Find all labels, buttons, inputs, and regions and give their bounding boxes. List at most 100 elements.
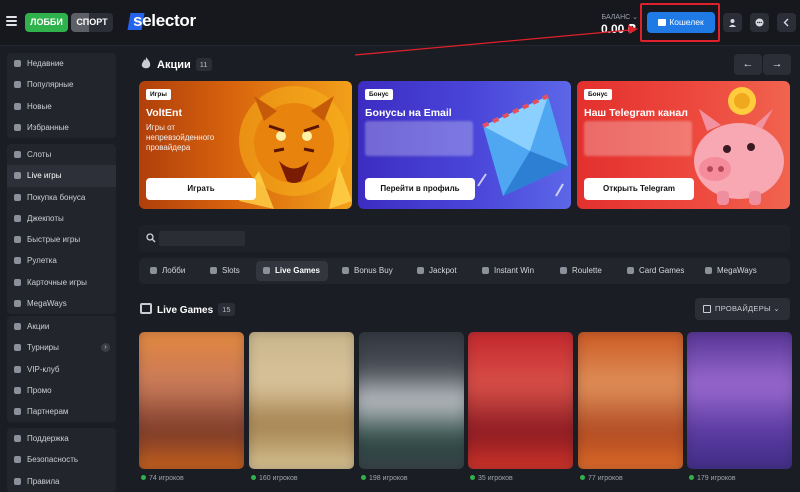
category-card-games[interactable]: Card Games <box>625 261 684 281</box>
open-telegram-button[interactable]: Открыть Telegram <box>584 178 694 200</box>
sidebar-item[interactable]: MegaWays <box>7 293 116 314</box>
category-bonus-buy[interactable]: Bonus Buy <box>340 261 393 281</box>
players-count: 35 игроков <box>470 475 513 482</box>
sidebar: Недавние Популярные Новые Избранные Слоты Li… <box>0 47 117 492</box>
promotions-title-row: Акции 11 <box>157 58 212 71</box>
sidebar-item[interactable]: Рулетка <box>7 250 116 271</box>
sport-tab[interactable]: СПОРТ <box>71 13 113 32</box>
chat-button[interactable] <box>750 13 769 32</box>
profile-button[interactable] <box>723 13 742 32</box>
sidebar-item[interactable]: Популярные <box>7 74 116 95</box>
cards-icon <box>14 278 21 286</box>
promo-title: Наш Telegram канал <box>584 107 688 119</box>
players-count: 179 игроков <box>689 475 736 482</box>
game-tile[interactable] <box>468 332 573 469</box>
players-count: 74 игроков <box>141 475 184 482</box>
category-bar: Лобби Slots Live Games Bonus Buy Jackpot… <box>139 258 790 284</box>
promo-next-button[interactable]: → <box>763 54 791 75</box>
category-slots[interactable]: Slots <box>208 261 240 281</box>
chevron-right-icon[interactable]: › <box>101 343 110 353</box>
online-dot <box>470 475 475 480</box>
sidebar-item-label: Популярные <box>27 80 74 90</box>
sidebar-item[interactable]: Турниры › <box>7 337 116 358</box>
promo-icon <box>14 386 21 394</box>
online-dot <box>141 475 146 480</box>
play-button[interactable]: Играть <box>146 178 256 200</box>
online-dot <box>689 475 694 480</box>
chevron-left-icon <box>783 18 789 27</box>
go-to-profile-button[interactable]: Перейти в профиль <box>365 178 475 200</box>
sidebar-item-label: Карточные игры <box>27 277 87 287</box>
live-icon <box>263 267 270 274</box>
game-tile[interactable] <box>249 332 354 469</box>
players-count-text: 198 игроков <box>369 475 408 482</box>
crown-icon <box>14 365 21 373</box>
game-tile[interactable] <box>578 332 683 469</box>
top-bar: ЛОББИ СПОРТ selector БАЛАНС ⌄ 0.00 ₽ Кош… <box>0 0 800 46</box>
category-roulette[interactable]: Roulette <box>558 261 602 281</box>
lobby-tab[interactable]: ЛОББИ <box>25 13 68 32</box>
heart-icon <box>14 123 21 131</box>
sidebar-item[interactable]: Правила <box>7 471 116 492</box>
sidebar-item[interactable]: Промо <box>7 380 116 401</box>
game-tile[interactable] <box>139 332 244 469</box>
sidebar-item[interactable]: Акции <box>7 316 116 337</box>
sidebar-item[interactable]: VIP-клуб <box>7 359 116 380</box>
promotions-count: 11 <box>195 58 212 71</box>
sidebar-item-label: Новые <box>27 101 52 111</box>
players-count: 77 игроков <box>580 475 623 482</box>
blurred-thumbnail <box>249 332 354 469</box>
sidebar-item[interactable]: Джекпоты <box>7 208 116 229</box>
game-tile[interactable] <box>687 332 792 469</box>
category-lobby[interactable]: Лобби <box>148 261 185 281</box>
sidebar-item-label: Безопасность <box>27 455 79 465</box>
flame-icon <box>141 57 151 69</box>
category-label: Roulette <box>572 266 602 275</box>
megaways-icon <box>14 300 21 308</box>
balance-value: 0.00 ₽ <box>600 22 636 36</box>
user-icon <box>729 19 736 27</box>
providers-button[interactable]: ПРОВАЙДЕРЫ ⌄ <box>695 298 790 320</box>
promo-card-voltent[interactable]: Игры VoltEnt Игры от непревзойденного пр… <box>139 81 352 209</box>
promo-prev-button[interactable]: ← <box>734 54 762 75</box>
live-games-count: 15 <box>218 303 235 316</box>
game-search[interactable] <box>139 225 790 252</box>
sidebar-item[interactable]: Live игры <box>7 165 116 187</box>
sidebar-item[interactable]: Новые <box>7 96 116 117</box>
menu-icon[interactable] <box>6 16 17 26</box>
category-jackpot[interactable]: Jackpot <box>415 261 457 281</box>
sidebar-group-games: Слоты Live игры Покупка бонуса Джекпоты Быст… <box>7 144 116 315</box>
category-label: Slots <box>222 266 240 275</box>
sidebar-item[interactable]: Слоты <box>7 144 116 165</box>
game-tile[interactable] <box>359 332 464 469</box>
sidebar-item-label: VIP-клуб <box>27 364 60 374</box>
sidebar-item[interactable]: Быстрые игры <box>7 229 116 250</box>
category-megaways[interactable]: MegaWays <box>703 261 757 281</box>
sidebar-item-label: Джекпоты <box>27 213 64 223</box>
category-instant-win[interactable]: Instant Win <box>480 261 534 281</box>
balance-label[interactable]: БАЛАНС ⌄ <box>598 13 638 21</box>
sidebar-item-label: MegaWays <box>27 299 67 309</box>
players-count: 160 игроков <box>251 475 298 482</box>
sidebar-item[interactable]: Поддержка <box>7 428 116 449</box>
sidebar-item[interactable]: Безопасность <box>7 449 116 470</box>
sidebar-item-label: Партнерам <box>27 407 69 417</box>
blurred-thumbnail <box>687 332 792 469</box>
sidebar-item[interactable]: Карточные игры <box>7 272 116 293</box>
sidebar-item[interactable]: Покупка бонуса <box>7 187 116 208</box>
category-live-games[interactable]: Live Games <box>256 261 328 281</box>
online-dot <box>580 475 585 480</box>
sidebar-item[interactable]: Избранные <box>7 117 116 138</box>
sidebar-item-label: Слоты <box>27 150 52 159</box>
sidebar-item-label: Быстрые игры <box>27 235 81 245</box>
sidebar-item[interactable]: Партнерам <box>7 401 116 422</box>
promo-card-email[interactable]: Бонус Бонусы на Email Перейти в профиль <box>358 81 571 209</box>
collapse-button[interactable] <box>777 13 796 32</box>
search-input[interactable] <box>159 231 245 246</box>
category-label: Card Games <box>639 266 685 275</box>
sidebar-item-label: Поддержка <box>27 434 69 443</box>
promo-card-telegram[interactable]: Бонус Наш Telegram канал Открыть Telegra… <box>577 81 790 209</box>
sidebar-item[interactable]: Недавние <box>7 53 116 74</box>
jackpot-icon <box>14 214 21 222</box>
promo-tag: Бонус <box>365 89 393 100</box>
